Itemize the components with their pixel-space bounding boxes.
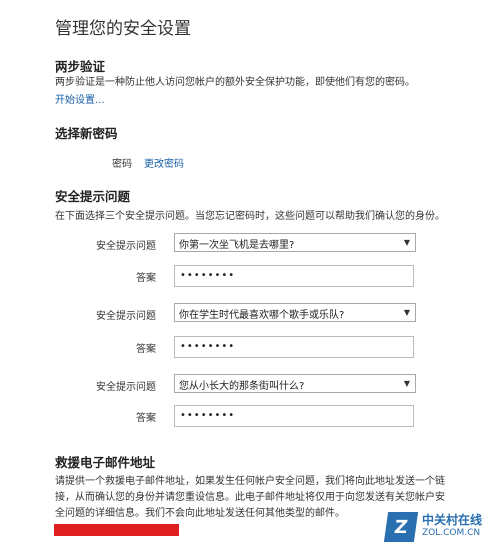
dropdown-arrow-icon: ▼ <box>403 308 410 317</box>
answer-label-2: 答案 <box>136 344 156 355</box>
question-select-1-value: 你第一次坐飞机是去哪里? <box>179 240 295 251</box>
watermark-domain: ZOL.COM.CN <box>421 528 481 538</box>
question-select-3-value: 您从小长大的那条街叫什么? <box>179 381 305 392</box>
rescue-email-description-2: 接，从而确认您的身份并请您重设信息。此电子邮件地址将仅用于向您发送有关您帐户安 <box>55 492 445 503</box>
question-select-2[interactable]: 你在学生时代最喜欢哪个歌手或乐队? ▼ <box>174 303 416 322</box>
question-select-1[interactable]: 你第一次坐飞机是去哪里? ▼ <box>174 233 416 252</box>
password-label: 密码 <box>112 159 132 170</box>
page-title: 管理您的安全设置 <box>55 19 191 39</box>
answer-input-1[interactable]: •••••••• <box>174 265 414 287</box>
rescue-email-title: 救援电子邮件地址 <box>55 455 156 470</box>
new-password-title: 选择新密码 <box>55 126 118 141</box>
dropdown-arrow-icon: ▼ <box>403 238 410 247</box>
rescue-email-description-3: 全问题的详细信息。我们不会向此地址发送任何其他类型的邮件。 <box>55 508 345 519</box>
two-step-setup-link[interactable]: 开始设置... <box>55 91 105 106</box>
two-step-title: 两步验证 <box>55 59 106 74</box>
change-password-link[interactable]: 更改密码 <box>144 155 184 170</box>
answer-input-3[interactable]: •••••••• <box>174 405 414 427</box>
rescue-email-description-1: 请提供一个救援电子邮件地址，如果发生任何帐户安全问题，我们将向此地址发送一个链 <box>55 476 445 487</box>
question-label-1: 安全提示问题 <box>96 241 156 252</box>
answer-label-3: 答案 <box>136 413 156 424</box>
two-step-description: 两步验证是一种防止他人访问您帐户的额外安全保护功能，即使他们有您的密码。 <box>55 77 415 88</box>
security-questions-description: 在下面选择三个安全提示问题。当您忘记密码时，这些问题可以帮助我们确认您的身份。 <box>55 211 445 222</box>
question-label-3: 安全提示问题 <box>96 382 156 393</box>
watermark-text: 中关村在线 ZOL.COM.CN <box>422 514 482 540</box>
red-highlight-bar <box>54 524 179 536</box>
question-select-2-value: 你在学生时代最喜欢哪个歌手或乐队? <box>179 310 345 321</box>
security-questions-title: 安全提示问题 <box>55 189 131 204</box>
question-label-2: 安全提示问题 <box>96 311 156 322</box>
zol-logo-icon: Z <box>383 512 419 542</box>
answer-label-1: 答案 <box>136 273 156 284</box>
dropdown-arrow-icon: ▼ <box>403 379 410 388</box>
watermark: Z 中关村在线 ZOL.COM.CN <box>383 512 482 542</box>
answer-input-2[interactable]: •••••••• <box>174 336 414 358</box>
question-select-3[interactable]: 您从小长大的那条街叫什么? ▼ <box>174 374 416 393</box>
watermark-name: 中关村在线 <box>421 513 482 527</box>
